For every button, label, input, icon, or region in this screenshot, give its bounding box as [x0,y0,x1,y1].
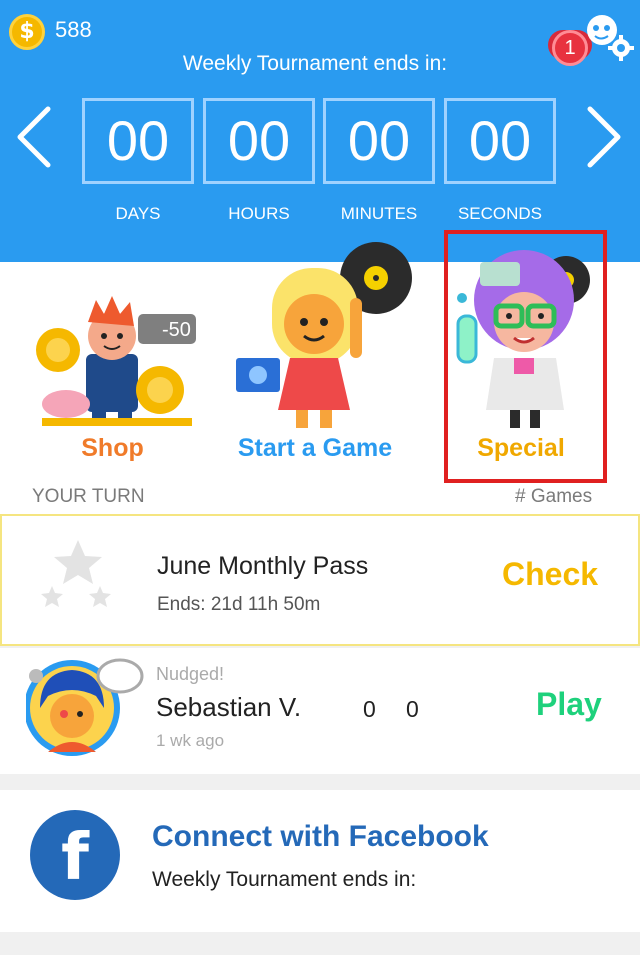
opponent-score: 0 [406,696,419,722]
opponent-avatar [26,658,144,756]
facebook-connect-card[interactable]: f Connect with Facebook Weekly Tournamen… [0,790,640,932]
countdown-minutes: 00 [323,98,435,184]
coin-count: 588 [55,17,92,42]
last-played-time: 1 wk ago [156,731,225,750]
special-highlight-box [444,230,607,483]
pass-title: June Monthly Pass [157,552,369,580]
opponent-name: Sebastian V. [156,692,302,722]
start-game-label: Start a Game [237,434,393,462]
your-turn-heading: YOUR TURN [32,486,145,507]
shop-character-illustration: -50 [36,296,196,426]
shop-label: Shop [81,434,144,462]
menu-tiles: -50 Shop Start a Game Special YOUR TURN … [0,230,640,514]
coin-icon: $ [9,14,45,50]
previous-arrow-icon[interactable] [14,105,54,169]
next-arrow-icon[interactable] [584,105,624,169]
check-button[interactable]: Check [502,556,598,593]
tournament-header: $ 588 1 Weekly Tournament ends in: 00 00… [0,0,640,262]
facebook-subtitle: Weekly Tournament ends in: [152,868,417,891]
pass-expiry: Ends: 21d 11h 50m [157,594,321,615]
days-label: DAYS [115,204,161,223]
minutes-label: MINUTES [340,204,418,223]
countdown-seconds: 00 [444,98,556,184]
countdown-hours: 00 [203,98,315,184]
match-card[interactable]: Nudged! Sebastian V. 0 0 1 wk ago Play [0,648,640,774]
monthly-pass-card[interactable]: June Monthly Pass Ends: 21d 11h 50m Chec… [0,514,640,646]
stars-icon [41,540,111,607]
seconds-label: SECONDS [457,204,543,223]
nudged-status: Nudged! [156,664,225,684]
play-button[interactable]: Play [536,686,602,723]
games-heading: # Games [515,486,593,507]
facebook-icon: f [30,810,120,900]
hours-label: HOURS [228,204,290,223]
start-game-character-illustration [236,242,412,428]
countdown-days: 00 [82,98,194,184]
my-score: 0 [363,696,376,722]
tournament-title: Weekly Tournament ends in: [182,52,448,75]
facebook-connect-title[interactable]: Connect with Facebook [152,820,489,854]
price-tag-text: -50 [162,319,191,341]
